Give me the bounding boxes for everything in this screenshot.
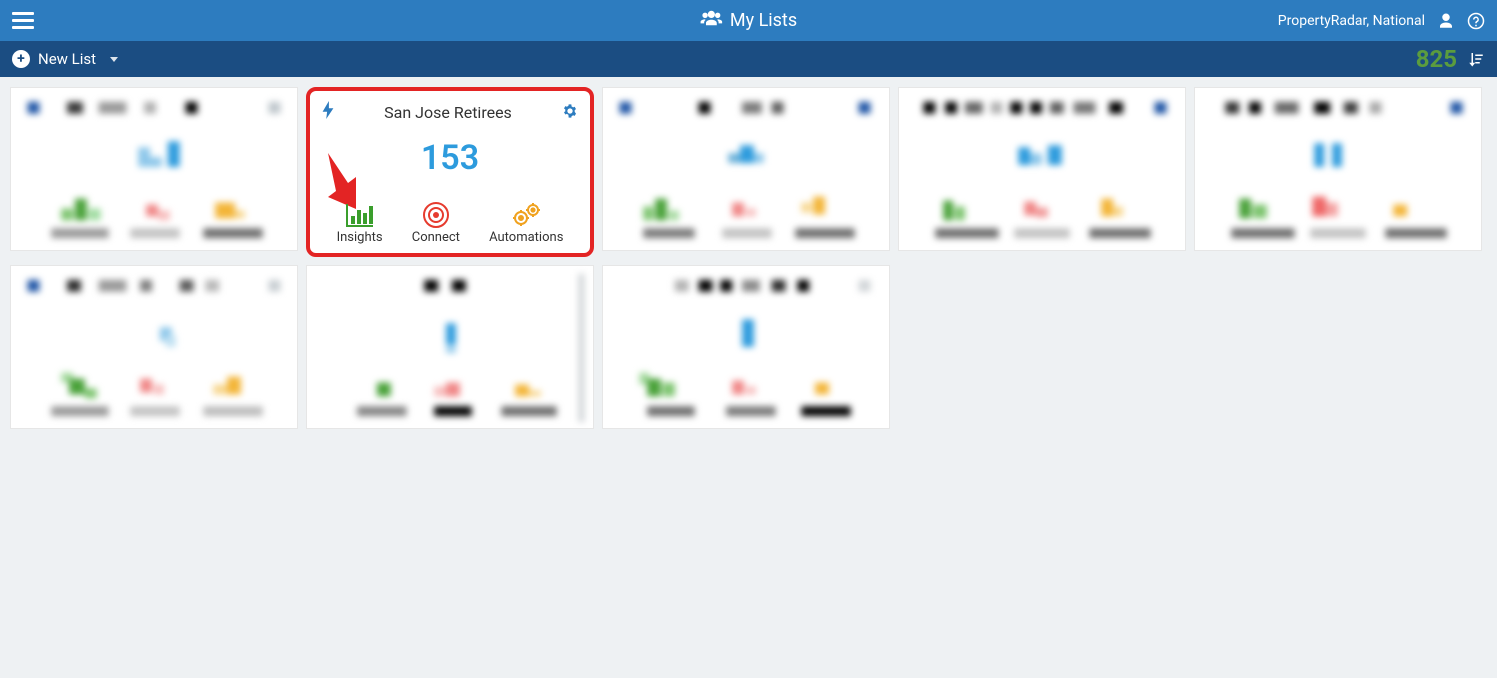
help-icon[interactable] — [1467, 12, 1485, 30]
gears-icon — [511, 202, 541, 228]
list-card[interactable] — [306, 265, 594, 429]
people-icon — [700, 9, 722, 32]
menu-hamburger-icon[interactable] — [12, 12, 34, 29]
user-label: PropertyRadar, National — [1278, 13, 1425, 29]
list-card[interactable] — [898, 87, 1186, 251]
new-list-label: New List — [38, 50, 96, 68]
new-list-button[interactable]: + New List — [12, 50, 118, 68]
chevron-down-icon — [110, 57, 118, 62]
insights-button[interactable]: Insights — [337, 202, 383, 245]
plus-circle-icon: + — [12, 50, 30, 68]
target-icon — [421, 202, 451, 228]
insights-label: Insights — [337, 230, 383, 245]
connect-label: Connect — [412, 230, 460, 245]
list-card[interactable] — [602, 265, 890, 429]
card-title: San Jose Retirees — [334, 103, 562, 122]
automations-button[interactable]: Automations — [489, 202, 563, 245]
top-bar: My Lists PropertyRadar, National — [0, 0, 1497, 41]
sort-icon[interactable] — [1467, 50, 1485, 68]
sub-bar: + New List 825 — [0, 41, 1497, 77]
list-card[interactable] — [10, 265, 298, 429]
bolt-icon — [322, 101, 334, 124]
list-card-highlighted[interactable]: San Jose Retirees 153 Insights Connect — [306, 87, 594, 257]
bar-chart-icon — [345, 202, 375, 228]
page-title-text: My Lists — [730, 10, 797, 31]
card-count: 153 — [310, 138, 590, 178]
gear-icon[interactable] — [562, 103, 578, 123]
connect-button[interactable]: Connect — [412, 202, 460, 245]
page-title: My Lists — [700, 9, 797, 32]
automations-label: Automations — [489, 230, 563, 245]
cards-grid: San Jose Retirees 153 Insights Connect — [0, 77, 1497, 439]
total-count: 825 — [1416, 45, 1457, 73]
list-card[interactable] — [1194, 87, 1482, 251]
list-card[interactable] — [10, 87, 298, 251]
list-card[interactable] — [602, 87, 890, 251]
user-icon[interactable] — [1437, 12, 1455, 30]
